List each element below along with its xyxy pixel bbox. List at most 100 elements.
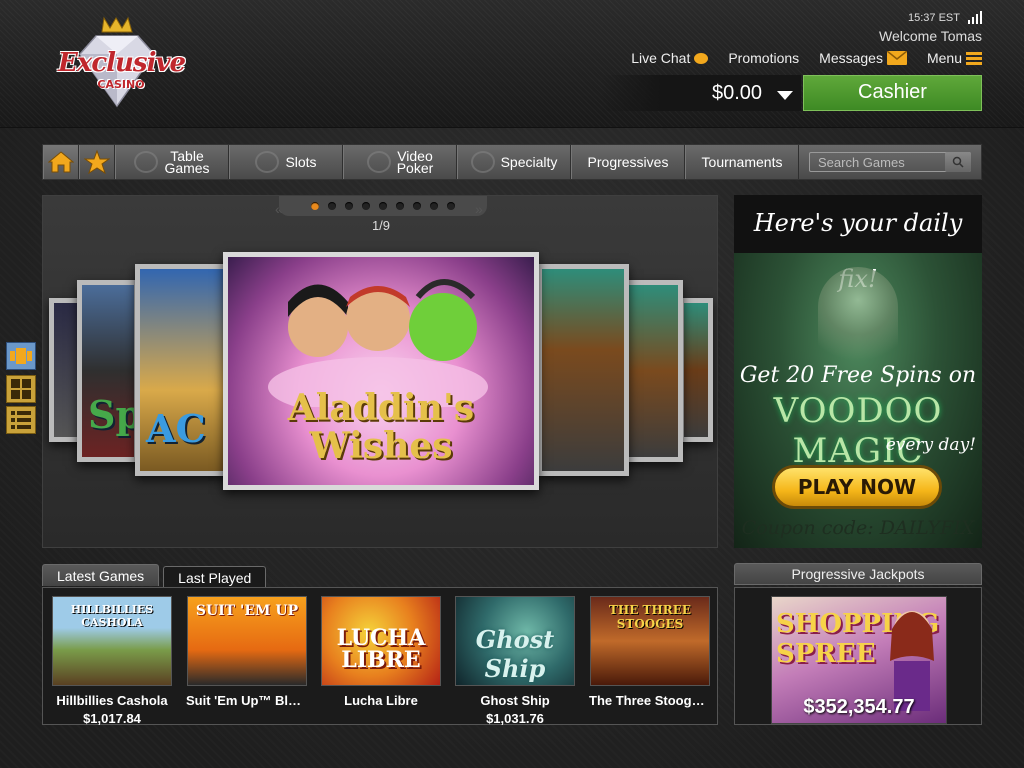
top-nav: Live Chat Promotions Messages Menu bbox=[631, 50, 982, 66]
promo-headline: Here's your daily fix! bbox=[734, 195, 982, 293]
carousel-dots bbox=[279, 196, 487, 216]
game-name: Ghost Ship bbox=[480, 693, 550, 708]
game-tile[interactable]: SUIT 'EM UP Suit 'Em Up™ Bla… bbox=[186, 596, 308, 711]
casino-logo[interactable]: Exclusive CASINO bbox=[58, 14, 186, 110]
messages-link[interactable]: Messages bbox=[819, 50, 907, 66]
game-name: Lucha Libre bbox=[344, 693, 418, 708]
thumb-title: Ghost Ship bbox=[475, 625, 555, 683]
cards-icon bbox=[366, 151, 391, 173]
carousel-card[interactable]: Sp bbox=[77, 280, 139, 462]
category-label: Progressives bbox=[587, 154, 669, 170]
game-thumbnail: HILLBILLIES CASHOLA bbox=[52, 596, 172, 686]
home-icon bbox=[48, 151, 74, 173]
game-thumbnail: Ghost Ship bbox=[455, 596, 575, 686]
grid-view-toggle[interactable] bbox=[6, 375, 36, 403]
game-thumbnail: THE THREE STOOGES bbox=[590, 596, 710, 686]
category-label: Slots bbox=[285, 154, 317, 170]
carousel-card[interactable] bbox=[679, 298, 713, 442]
progressive-game-tile[interactable]: SHOPPING SPREE $352,354.77 bbox=[771, 596, 947, 724]
play-now-button[interactable]: PLAY NOW bbox=[772, 465, 942, 509]
game-tile[interactable]: LUCHA LIBRE Lucha Libre bbox=[320, 596, 442, 711]
category-bar: Table Games Slots Video Poker Specialty … bbox=[42, 144, 982, 180]
category-tournaments[interactable]: Tournaments bbox=[685, 145, 799, 179]
thumb-title: THE THREE STOOGES bbox=[608, 603, 692, 631]
carousel-dot[interactable] bbox=[447, 202, 455, 210]
search-box bbox=[799, 145, 981, 179]
category-video-poker[interactable]: Video Poker bbox=[343, 145, 457, 179]
category-label: Tournaments bbox=[701, 154, 783, 170]
carousel-dot[interactable] bbox=[396, 202, 404, 210]
home-button[interactable] bbox=[43, 145, 79, 179]
list-view-toggle[interactable] bbox=[6, 406, 36, 434]
chat-bubble-icon bbox=[694, 52, 709, 64]
balance-amount[interactable]: $0.00 bbox=[712, 82, 762, 105]
carousel-dot[interactable] bbox=[430, 202, 438, 210]
category-label: Video Poker bbox=[396, 148, 434, 176]
balance-bar bbox=[601, 75, 801, 111]
game-thumbnail: LUCHA LIBRE bbox=[321, 596, 441, 686]
search-icon bbox=[952, 156, 964, 168]
promo-game-title: VOODOO MAGIC bbox=[773, 391, 943, 471]
carousel-page-counter: 1/9 bbox=[371, 218, 391, 233]
promo-line3: every day! bbox=[885, 435, 976, 455]
category-table-games[interactable]: Table Games bbox=[115, 145, 229, 179]
featured-game-title: Aladdin's Wishes bbox=[287, 387, 475, 467]
promo-line1: Get 20 Free Spins on bbox=[739, 363, 977, 388]
carousel-dot[interactable] bbox=[379, 202, 387, 210]
carousel-view-toggle[interactable] bbox=[6, 342, 36, 370]
carousel-card[interactable] bbox=[621, 280, 683, 462]
cashier-button[interactable]: Cashier bbox=[803, 75, 982, 111]
game-name: Hillbillies Cashola bbox=[56, 693, 168, 708]
chips-icon bbox=[134, 151, 159, 173]
thumb-title: SUIT 'EM UP bbox=[195, 603, 299, 619]
live-chat-label: Live Chat bbox=[631, 50, 691, 66]
game-carousel: « » 1/9 Sp AC Aladdin's Wishes bbox=[42, 195, 718, 548]
featured-game-card[interactable]: Aladdin's Wishes bbox=[223, 252, 539, 490]
menu-button[interactable]: Menu bbox=[927, 50, 982, 66]
shopper-figure-icon bbox=[890, 611, 934, 711]
live-chat-link[interactable]: Live Chat bbox=[631, 50, 709, 66]
tab-latest-games[interactable]: Latest Games bbox=[42, 564, 160, 586]
grid-view-icon bbox=[11, 379, 31, 399]
search-button[interactable] bbox=[945, 152, 971, 172]
promotions-label: Promotions bbox=[728, 50, 800, 66]
balance-dropdown-icon[interactable] bbox=[777, 91, 793, 100]
carousel-card[interactable]: AC bbox=[135, 264, 235, 476]
category-slots[interactable]: Slots bbox=[229, 145, 343, 179]
games-tabs: Latest Games Last Played bbox=[42, 564, 267, 588]
carousel-card-title: AC bbox=[146, 406, 206, 451]
game-tile[interactable]: Ghost Ship Ghost Ship $1,031.76 bbox=[454, 596, 576, 726]
carousel-dot[interactable] bbox=[311, 202, 319, 210]
promotions-link[interactable]: Promotions bbox=[728, 50, 799, 66]
category-label: Specialty bbox=[500, 154, 558, 170]
messages-label: Messages bbox=[819, 50, 883, 66]
star-icon bbox=[84, 150, 110, 174]
favorites-button[interactable] bbox=[79, 145, 115, 179]
voodoo-figure-icon bbox=[818, 267, 898, 377]
thumb-title: HILLBILLIES CASHOLA bbox=[70, 603, 154, 629]
category-label: Table Games bbox=[164, 148, 210, 176]
game-tile[interactable]: THE THREE STOOGES The Three Stooge… bbox=[589, 596, 711, 711]
carousel-dot[interactable] bbox=[413, 202, 421, 210]
category-progressives[interactable]: Progressives bbox=[571, 145, 685, 179]
tab-last-played[interactable]: Last Played bbox=[163, 566, 267, 588]
menu-label: Menu bbox=[926, 50, 962, 66]
progressive-jackpots-header: Progressive Jackpots bbox=[734, 563, 982, 585]
hamburger-icon bbox=[966, 51, 982, 65]
carousel-dot[interactable] bbox=[362, 202, 370, 210]
category-specialty[interactable]: Specialty bbox=[457, 145, 571, 179]
promo-banner[interactable]: Here's your daily fix! Get 20 Free Spins… bbox=[734, 195, 982, 548]
header: Exclusive CASINO 15:37 EST Welcome Tomas… bbox=[0, 0, 1024, 128]
progressive-jackpot-amount: $352,354.77 bbox=[803, 696, 915, 718]
carousel-next-icon[interactable]: » bbox=[475, 201, 483, 217]
carousel-dot[interactable] bbox=[345, 202, 353, 210]
game-jackpot: $1,017.84 bbox=[83, 711, 141, 726]
signal-icon bbox=[968, 11, 982, 24]
carousel-card[interactable] bbox=[537, 264, 629, 476]
slot-seven-icon bbox=[255, 151, 280, 173]
game-jackpot: $1,031.76 bbox=[486, 711, 544, 726]
carousel-dot[interactable] bbox=[328, 202, 336, 210]
thumb-title: LUCHA LIBRE bbox=[336, 625, 426, 673]
latest-games-panel: HILLBILLIES CASHOLA Hillbillies Cashola … bbox=[42, 587, 718, 726]
game-tile[interactable]: HILLBILLIES CASHOLA Hillbillies Cashola … bbox=[51, 596, 173, 726]
